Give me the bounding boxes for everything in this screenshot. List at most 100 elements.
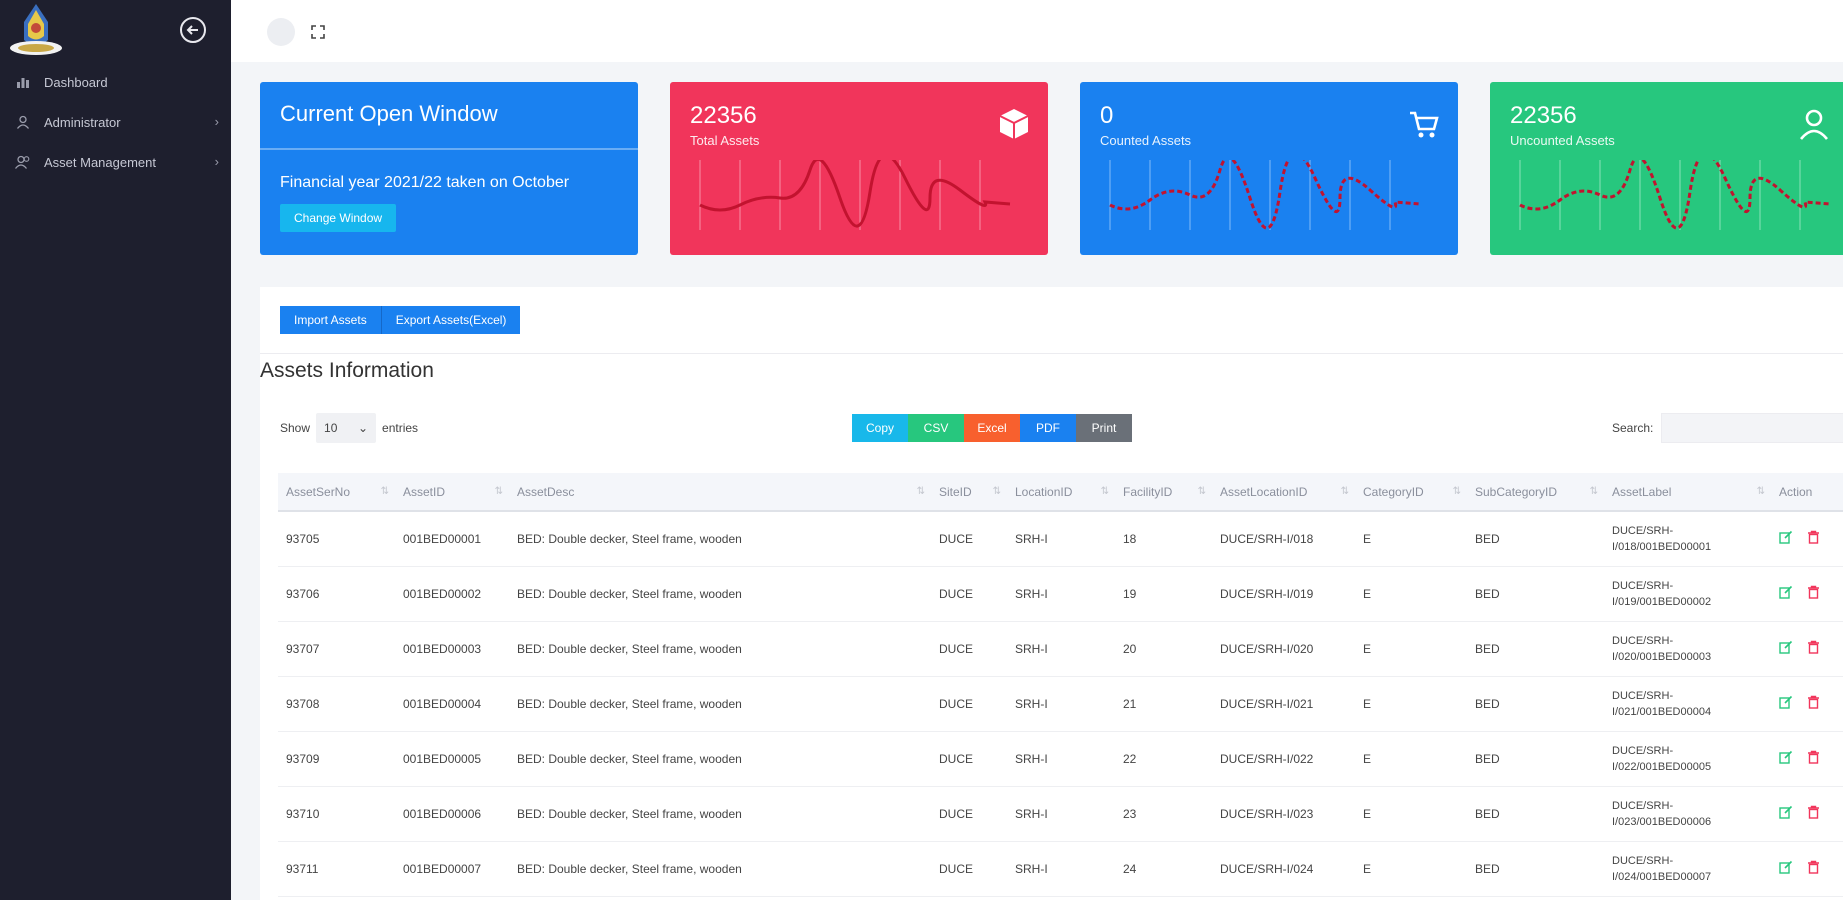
edit-icon[interactable] <box>1779 695 1793 712</box>
table-cell: 93706 <box>278 566 395 622</box>
action-cell <box>1771 841 1843 897</box>
sidebar-item-label: Asset Management <box>44 154 157 170</box>
table-cell: 18 <box>1115 511 1212 567</box>
column-header[interactable]: AssetSerNo ⇅ <box>278 473 395 512</box>
chevron-down-icon: ⌄ <box>357 421 369 435</box>
page-length-select[interactable]: 10 ⌄ <box>316 413 377 443</box>
show-label: Show <box>280 421 311 435</box>
search-input[interactable] <box>1661 413 1843 443</box>
table-cell: 93709 <box>278 731 395 787</box>
delete-icon[interactable] <box>1807 530 1820 547</box>
csv-button[interactable]: CSV <box>908 414 964 442</box>
column-header-label: AssetLocationID <box>1220 484 1308 499</box>
total-assets-value: 22356 <box>690 102 757 129</box>
delete-icon[interactable] <box>1807 640 1820 657</box>
import-assets-button[interactable]: Import Assets <box>280 306 381 334</box>
table-row: 93706 001BED00002 BED: Double decker, Stee… <box>278 566 1843 622</box>
uncounted-assets-card: 22356 Uncounted Assets <box>1490 82 1843 255</box>
edit-icon[interactable] <box>1779 805 1793 822</box>
table-cell: 001BED00006 <box>395 786 509 842</box>
section-title: Assets Information <box>260 359 434 382</box>
column-header[interactable]: AssetLocationID ⇅ <box>1212 473 1355 512</box>
logo <box>10 4 62 55</box>
counted-assets-card: 0 Counted Assets <box>1080 82 1458 255</box>
column-header-label: AssetLabel <box>1612 484 1672 499</box>
table-cell: BED: Double decker, Steel frame, wooden <box>509 676 931 732</box>
fullscreen-button[interactable] <box>304 18 332 46</box>
export-assets-excel-button[interactable]: Export Assets(Excel) <box>380 306 521 334</box>
delete-icon[interactable] <box>1807 585 1820 602</box>
counted-assets-value: 0 <box>1100 102 1114 129</box>
table-cell: 93707 <box>278 621 395 677</box>
column-header[interactable]: LocationID ⇅ <box>1007 473 1115 512</box>
action-cell <box>1771 566 1843 622</box>
sidebar-item-dashboard[interactable]: Dashboard <box>0 62 231 102</box>
avatar[interactable] <box>267 18 295 46</box>
sidebar-item-administrator[interactable]: Administrator › <box>0 102 231 142</box>
sidebar: Dashboard Administrator › Asset Manageme… <box>0 0 231 900</box>
sort-icon: ⇅ <box>992 486 1001 497</box>
edit-icon[interactable] <box>1779 860 1793 877</box>
change-window-button[interactable]: Change Window <box>280 204 397 232</box>
table-cell: DUCE <box>931 841 1007 897</box>
table-cell: DUCE <box>931 786 1007 842</box>
edit-icon[interactable] <box>1779 530 1793 547</box>
column-header[interactable]: AssetDesc ⇅ <box>509 473 931 512</box>
table-cell: DUCE <box>931 566 1007 622</box>
table-cell: BED <box>1467 566 1604 622</box>
column-header[interactable]: SiteID ⇅ <box>931 473 1007 512</box>
delete-icon[interactable] <box>1807 805 1820 822</box>
delete-icon[interactable] <box>1807 750 1820 767</box>
table-cell: BED <box>1467 786 1604 842</box>
table-cell: DUCE/SRH-I/020 <box>1212 621 1355 677</box>
sidebar-item-label: Dashboard <box>44 74 108 90</box>
table-export-buttons: Copy CSV Excel PDF Print <box>852 414 1132 442</box>
collapse-sidebar-button[interactable] <box>180 17 206 43</box>
page-length-control: Show 10 ⌄ entries <box>280 413 418 443</box>
table-row: 93711 001BED00007 BED: Double decker, Stee… <box>278 841 1843 897</box>
table-cell: 001BED00007 <box>395 841 509 897</box>
delete-icon[interactable] <box>1807 860 1820 877</box>
column-header-label: SubCategoryID <box>1475 484 1558 499</box>
column-header[interactable]: AssetLabel ⇅ <box>1604 473 1771 512</box>
table-cell: DUCE/SRH-I/018/001BED00001 <box>1604 511 1771 567</box>
copy-button[interactable]: Copy <box>852 414 908 442</box>
current-window-title: Current Open Window <box>260 82 638 150</box>
print-button[interactable]: Print <box>1076 414 1132 442</box>
column-header[interactable]: SubCategoryID ⇅ <box>1467 473 1604 512</box>
excel-button[interactable]: Excel <box>964 414 1020 442</box>
table-cell: BED <box>1467 731 1604 787</box>
uncounted-assets-sparkline <box>1519 160 1831 230</box>
sidebar-item-asset-management[interactable]: Asset Management › <box>0 142 231 182</box>
action-cell <box>1771 621 1843 677</box>
entries-label: entries <box>382 421 419 435</box>
action-cell <box>1771 511 1843 567</box>
column-header[interactable]: AssetID ⇅ <box>395 473 509 512</box>
table-cell: 93710 <box>278 786 395 842</box>
column-header[interactable]: FacilityID ⇅ <box>1115 473 1212 512</box>
edit-icon[interactable] <box>1779 585 1793 602</box>
total-assets-card: 22356 Total Assets <box>670 82 1048 255</box>
sort-icon: ⇅ <box>494 486 503 497</box>
table-cell: BED: Double decker, Steel frame, wooden <box>509 786 931 842</box>
table-cell: 93711 <box>278 841 395 897</box>
table-cell: E <box>1355 731 1467 787</box>
table-cell: 93708 <box>278 676 395 732</box>
table-cell: SRH-I <box>1007 676 1115 732</box>
table-cell: 001BED00003 <box>395 621 509 677</box>
uncounted-assets-label: Uncounted Assets <box>1510 133 1615 148</box>
table-cell: BED: Double decker, Steel frame, wooden <box>509 511 931 567</box>
pdf-button[interactable]: PDF <box>1020 414 1076 442</box>
edit-icon[interactable] <box>1779 640 1793 657</box>
column-header: Action <box>1771 473 1843 512</box>
cube-icon <box>996 106 1032 142</box>
column-header[interactable]: CategoryID ⇅ <box>1355 473 1467 512</box>
table-cell: 22 <box>1115 731 1212 787</box>
table-cell: E <box>1355 511 1467 567</box>
edit-icon[interactable] <box>1779 750 1793 767</box>
table-cell: E <box>1355 566 1467 622</box>
table-row: 93705 001BED00001 BED: Double decker, Stee… <box>278 511 1843 567</box>
table-cell: 001BED00002 <box>395 566 509 622</box>
table-cell: SRH-I <box>1007 511 1115 567</box>
delete-icon[interactable] <box>1807 695 1820 712</box>
